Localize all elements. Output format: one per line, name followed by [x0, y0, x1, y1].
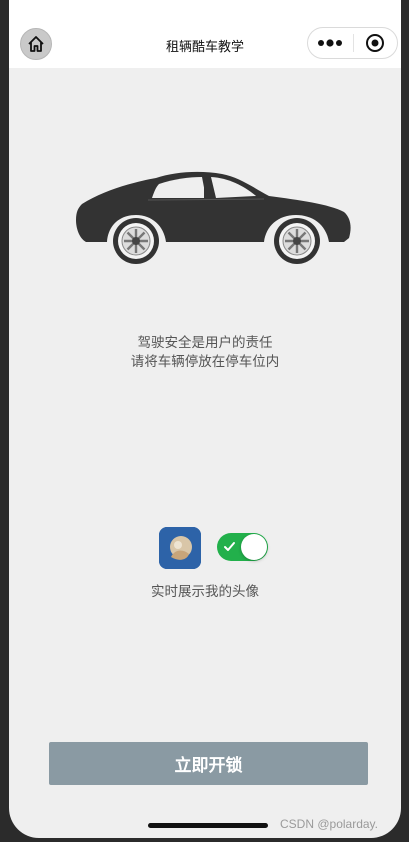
toggle-knob — [241, 534, 267, 560]
check-icon — [224, 542, 235, 551]
target-close-icon — [366, 34, 385, 52]
safety-notice: 驾驶安全是用户的责任 请将车辆停放在停车位内 — [9, 334, 401, 372]
home-indicator — [148, 823, 268, 828]
more-dots-icon — [318, 39, 343, 47]
menu-capsule — [307, 27, 398, 59]
more-button[interactable] — [308, 28, 353, 58]
navigation-bar: 租辆酷车教学 — [9, 0, 401, 68]
avatar-image — [159, 527, 201, 569]
device-frame: 租辆酷车教学 驾驶安全是用户的责任 请将车辆停放在停车位内 实时展示我的头像 立… — [0, 0, 409, 842]
unlock-button[interactable]: 立即开锁 — [49, 742, 368, 785]
notice-line-1: 驾驶安全是用户的责任 — [137, 335, 273, 351]
avatar — [159, 527, 201, 569]
avatar-share-toggle[interactable] — [217, 533, 268, 561]
phone-screen: 租辆酷车教学 驾驶安全是用户的责任 请将车辆停放在停车位内 实时展示我的头像 立… — [9, 0, 401, 838]
close-button[interactable] — [353, 28, 397, 58]
watermark: CSDN @polarday. — [280, 817, 378, 831]
notice-line-2: 请将车辆停放在停车位内 — [130, 354, 280, 370]
car-icon — [76, 171, 351, 264]
avatar-share-label: 实时展示我的头像 — [151, 584, 259, 600]
